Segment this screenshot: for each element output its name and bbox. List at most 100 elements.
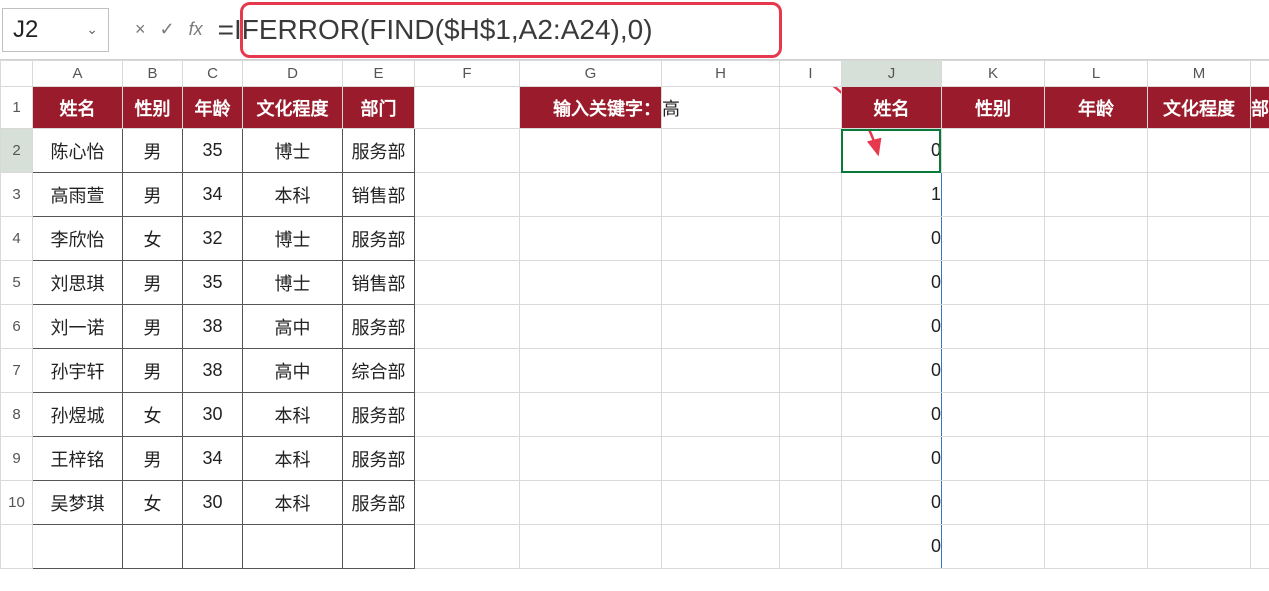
cell[interactable]: 男 [123,349,183,393]
cell[interactable] [942,525,1045,569]
cell-J8[interactable]: 0 [842,393,942,437]
cell[interactable] [1045,437,1148,481]
cell[interactable] [1045,217,1148,261]
cell[interactable] [662,349,780,393]
cell[interactable] [415,305,520,349]
cell[interactable]: 本科 [243,437,343,481]
cell[interactable] [1251,217,1269,261]
cell[interactable]: 博士 [243,217,343,261]
col-header-D[interactable]: D [243,61,343,87]
cell[interactable]: 本科 [243,481,343,525]
row-header-1[interactable]: 1 [1,87,33,129]
keyword-input[interactable]: 高 [662,87,780,129]
cell[interactable]: 34 [183,173,243,217]
col-header-J[interactable]: J [842,61,942,87]
cell[interactable]: 本科 [243,173,343,217]
cell[interactable]: 30 [183,481,243,525]
cell[interactable] [1045,173,1148,217]
cell[interactable] [942,349,1045,393]
name-box[interactable]: J2 ⌄ [2,8,109,52]
cell[interactable]: 38 [183,305,243,349]
cell[interactable]: 本科 [243,393,343,437]
cell-B2[interactable]: 男 [123,129,183,173]
row-header-10[interactable]: 10 [1,481,33,525]
cell[interactable] [780,525,842,569]
cell[interactable] [942,217,1045,261]
cell[interactable] [780,261,842,305]
cell[interactable]: 服务部 [343,437,415,481]
cell[interactable]: 孙宇轩 [33,349,123,393]
cell[interactable] [662,261,780,305]
cell[interactable]: 服务部 [343,217,415,261]
cell[interactable] [1251,261,1269,305]
row-header-6[interactable]: 6 [1,305,33,349]
cell[interactable] [415,481,520,525]
cell[interactable]: 刘一诺 [33,305,123,349]
cell[interactable]: 男 [123,305,183,349]
col-header-L[interactable]: L [1045,61,1148,87]
cell[interactable]: 34 [183,437,243,481]
cell[interactable] [1148,525,1251,569]
row-header-9[interactable]: 9 [1,437,33,481]
cell[interactable] [1148,217,1251,261]
cell[interactable] [520,217,662,261]
cell[interactable] [1148,261,1251,305]
cell[interactable] [780,393,842,437]
cell-C2[interactable]: 35 [183,129,243,173]
cell[interactable]: 销售部 [343,261,415,305]
cell[interactable] [123,525,183,569]
col-header-M[interactable]: M [1148,61,1251,87]
cell[interactable]: 女 [123,217,183,261]
cell[interactable] [942,261,1045,305]
cell[interactable] [520,261,662,305]
cell[interactable] [415,217,520,261]
fx-icon[interactable]: fx [189,19,203,40]
cell[interactable] [1045,305,1148,349]
cell[interactable] [183,525,243,569]
cell-J10[interactable]: 0 [842,481,942,525]
cell[interactable] [1045,525,1148,569]
cell[interactable]: 博士 [243,261,343,305]
cell[interactable] [1045,261,1148,305]
row-header-4[interactable]: 4 [1,217,33,261]
cell-J7[interactable]: 0 [842,349,942,393]
cell[interactable] [415,261,520,305]
row-header-8[interactable]: 8 [1,393,33,437]
cell[interactable] [662,481,780,525]
select-all-corner[interactable] [1,61,33,87]
formula-input[interactable]: =IFERROR(FIND($H$1,A2:A24),0) [213,8,1269,52]
cell[interactable] [1148,437,1251,481]
cell[interactable] [520,349,662,393]
cell[interactable] [780,305,842,349]
cell[interactable] [780,217,842,261]
cell[interactable] [1045,481,1148,525]
cell[interactable]: 女 [123,393,183,437]
cell[interactable] [780,349,842,393]
cell[interactable] [243,525,343,569]
cell[interactable]: 35 [183,261,243,305]
cell[interactable] [520,525,662,569]
col-header-H[interactable]: H [662,61,780,87]
cell[interactable] [415,437,520,481]
cell[interactable]: 38 [183,349,243,393]
cell[interactable]: 男 [123,437,183,481]
cell-J11[interactable]: 0 [842,525,942,569]
cell[interactable] [520,393,662,437]
cell[interactable] [662,217,780,261]
cell-J9[interactable]: 0 [842,437,942,481]
col-header-K[interactable]: K [942,61,1045,87]
cell[interactable]: 吴梦琪 [33,481,123,525]
cell-M2[interactable] [1148,129,1251,173]
cell[interactable] [662,173,780,217]
cell[interactable] [1045,349,1148,393]
cell[interactable] [1148,305,1251,349]
row-header-7[interactable]: 7 [1,349,33,393]
cell[interactable]: 男 [123,173,183,217]
cell[interactable] [1251,525,1269,569]
cell[interactable]: 高中 [243,349,343,393]
cell[interactable]: 32 [183,217,243,261]
cell-J6[interactable]: 0 [842,305,942,349]
cell[interactable] [1251,481,1269,525]
cell[interactable] [1045,393,1148,437]
cell-D2[interactable]: 博士 [243,129,343,173]
